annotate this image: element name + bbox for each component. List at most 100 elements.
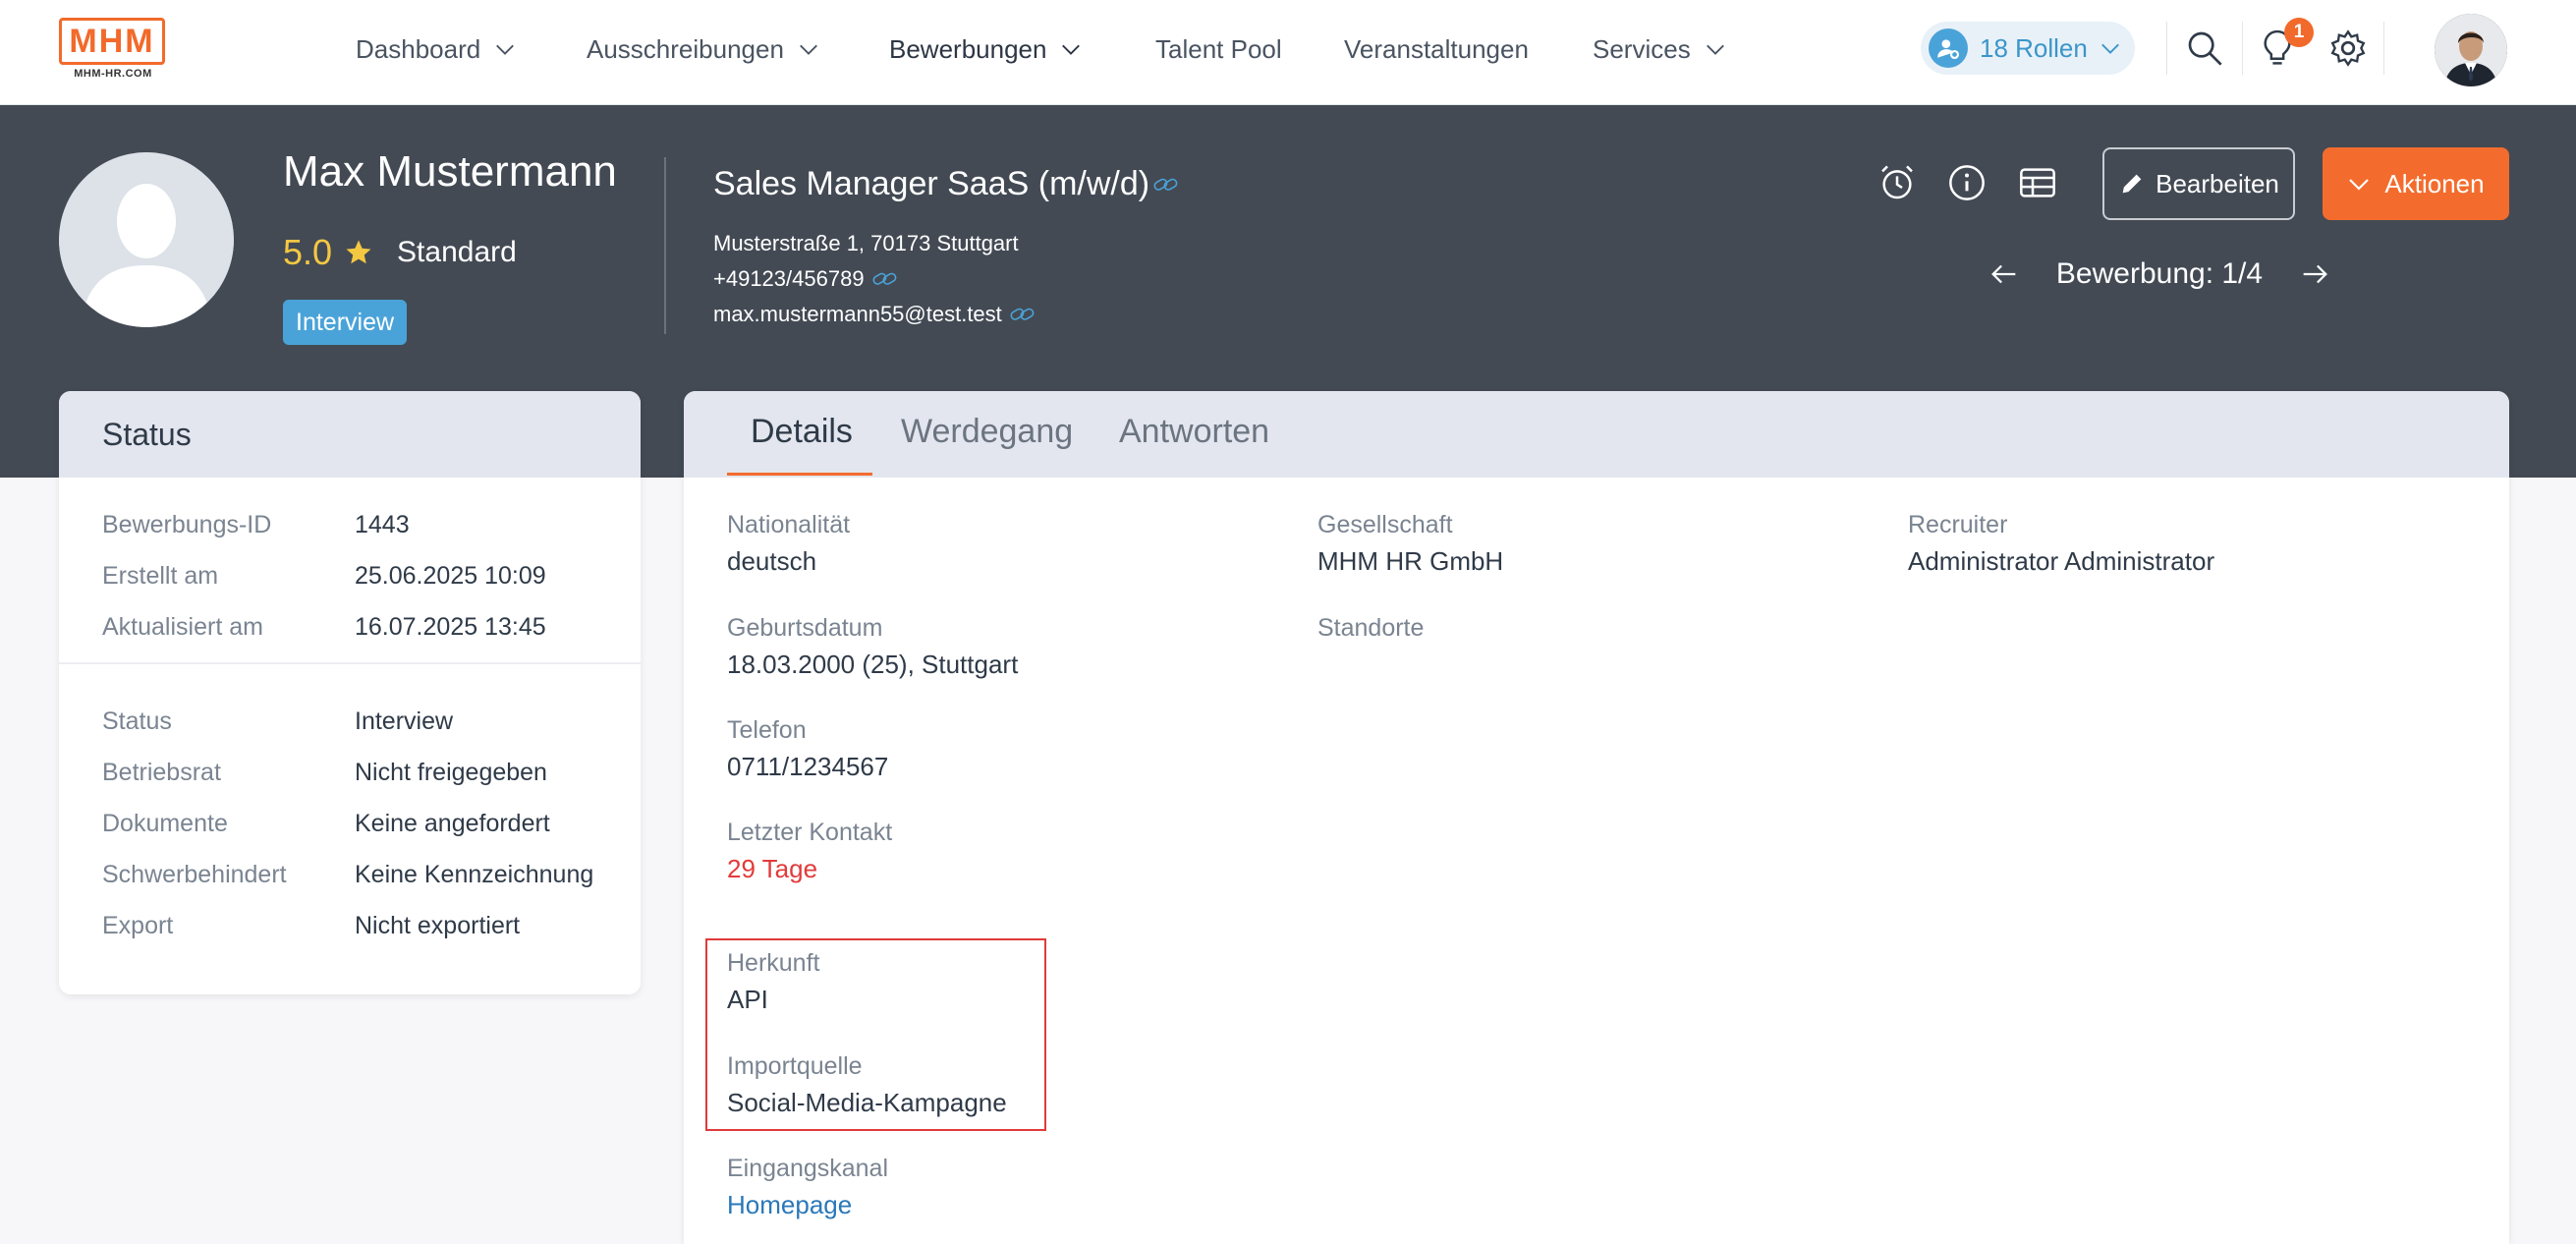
field-label: Recruiter <box>1908 511 2008 538</box>
nav-talent-pool[interactable]: Talent Pool <box>1155 29 1282 69</box>
active-tab-indicator <box>727 473 872 476</box>
field-value: Administrator Administrator <box>1908 546 2215 576</box>
nav-dashboard[interactable]: Dashboard <box>356 29 516 69</box>
stage-badge: Interview <box>283 300 408 345</box>
status-row: Schwerbehindert Keine Kennzeichnung <box>102 861 593 896</box>
status-row: Betriebsrat Nicht freigegeben <box>102 759 547 794</box>
arrow-left-icon[interactable] <box>1985 254 2024 294</box>
actions-button[interactable]: Aktionen <box>2323 147 2509 220</box>
field-value: deutsch <box>727 546 817 576</box>
chevron-down-icon <box>800 44 817 55</box>
tab-werdegang[interactable]: Werdegang <box>901 413 1073 451</box>
status-row-value: 1443 <box>355 511 410 538</box>
field-label: Standorte <box>1317 614 1425 642</box>
status-row: Status Interview <box>102 707 453 743</box>
divider <box>2383 22 2384 75</box>
divider <box>59 662 641 664</box>
field-standorte: Standorte <box>1317 614 1424 650</box>
logo[interactable]: MHM MHM-HR.COM <box>59 18 167 85</box>
status-row: Bewerbungs-ID 1443 <box>102 511 410 546</box>
field-label: Letzter Kontakt <box>727 819 893 846</box>
candidate-email[interactable]: max.mustermann55@test.test <box>713 302 1036 327</box>
chevron-down-icon <box>2100 43 2119 54</box>
field-geburtsdatum: Geburtsdatum 18.03.2000 (25), Stuttgart <box>727 614 1018 680</box>
status-row-key: Erstellt am <box>102 562 219 590</box>
field-label: Gesellschaft <box>1317 511 1453 538</box>
nav-dashboard-label: Dashboard <box>356 33 481 64</box>
alarm-clock-icon[interactable] <box>1875 160 1920 205</box>
job-title[interactable]: Sales Manager SaaS (m/w/d) <box>713 165 1179 203</box>
chevron-down-icon <box>2349 179 2370 191</box>
logo-mark: MHM <box>59 18 165 65</box>
chevron-down-icon <box>1706 44 1724 55</box>
status-row-value: Nicht exportiert <box>355 912 521 939</box>
status-row: Dokumente Keine angefordert <box>102 810 550 845</box>
nav-ausschreibungen-label: Ausschreibungen <box>587 33 784 64</box>
arrow-right-icon[interactable] <box>2295 254 2334 294</box>
user-avatar[interactable] <box>2435 14 2507 86</box>
search-icon[interactable] <box>2183 27 2226 70</box>
field-value: 0711/1234567 <box>727 752 889 781</box>
pencil-icon <box>2122 174 2142 194</box>
candidate-name: Max Mustermann <box>283 147 617 196</box>
status-row: Erstellt am 25.06.2025 10:09 <box>102 562 546 597</box>
pager-label: Bewerbung: 1/4 <box>2055 257 2264 290</box>
status-row-key: Bewerbungs-ID <box>102 511 272 538</box>
field-label: Eingangskanal <box>727 1155 889 1182</box>
status-row-key: Betriebsrat <box>102 759 221 786</box>
status-row-value: 25.06.2025 10:09 <box>355 562 546 590</box>
edit-button-label: Bearbeiten <box>2156 168 2279 198</box>
tab-details[interactable]: Details <box>751 413 853 451</box>
divider <box>2166 22 2167 75</box>
status-row-key: Status <box>102 707 172 735</box>
link-icon <box>1153 178 1178 191</box>
status-row-key: Schwerbehindert <box>102 861 287 888</box>
field-label: Nationalität <box>727 511 851 538</box>
logo-caption: MHM-HR.COM <box>74 68 152 80</box>
nav-veranstaltungen[interactable]: Veranstaltungen <box>1344 29 1529 69</box>
field-value: 29 Tage <box>727 854 818 883</box>
status-row: Export Nicht exportiert <box>102 912 520 947</box>
field-recruiter: Recruiter Administrator Administrator <box>1908 511 2214 577</box>
field-telefon: Telefon 0711/1234567 <box>727 716 888 782</box>
nav-services[interactable]: Services <box>1593 29 1726 69</box>
phone-text: +49123/456789 <box>713 266 865 291</box>
tab-antworten[interactable]: Antworten <box>1119 413 1269 451</box>
nav-bewerbungen[interactable]: Bewerbungen <box>889 29 1082 69</box>
status-row: Aktualisiert am 16.07.2025 13:45 <box>102 613 546 649</box>
star-icon <box>346 240 371 264</box>
divider <box>664 157 666 334</box>
field-label: Geburtsdatum <box>727 614 883 642</box>
status-row-value: Keine angefordert <box>355 810 550 837</box>
status-row-value: Nicht freigegeben <box>355 759 547 786</box>
gear-icon[interactable] <box>2326 27 2370 70</box>
link-icon <box>1010 308 1035 320</box>
field-value-link[interactable]: Homepage <box>727 1190 888 1220</box>
job-title-text: Sales Manager SaaS (m/w/d) <box>713 165 1150 202</box>
actions-button-label: Aktionen <box>2384 168 2485 198</box>
user-gear-icon <box>1929 28 1968 68</box>
status-card: Status Bewerbungs-ID 1443 Erstellt am 25… <box>59 391 641 994</box>
status-row-key: Dokumente <box>102 810 228 837</box>
field-gesellschaft: Gesellschaft MHM HR GmbH <box>1317 511 1503 577</box>
nav-bewerbungen-label: Bewerbungen <box>889 33 1047 64</box>
chevron-down-icon <box>496 44 515 55</box>
candidate-rating: 5.0 Standard <box>283 232 517 273</box>
table-icon[interactable] <box>2015 160 2060 205</box>
status-row-value: 16.07.2025 13:45 <box>355 613 546 641</box>
field-label: Telefon <box>727 716 807 744</box>
candidate-phone[interactable]: +49123/456789 <box>713 266 898 292</box>
status-row-value: Interview <box>355 707 454 735</box>
field-value: MHM HR GmbH <box>1317 546 1504 576</box>
nav-services-label: Services <box>1593 33 1691 64</box>
roles-dropdown[interactable]: 18 Rollen <box>1921 22 2135 75</box>
candidate-address: Musterstraße 1, 70173 Stuttgart <box>713 231 1019 256</box>
status-row-key: Export <box>102 912 174 939</box>
chevron-down-icon <box>1062 44 1081 55</box>
nav-ausschreibungen[interactable]: Ausschreibungen <box>587 29 819 69</box>
rating-value: 5.0 <box>283 232 333 272</box>
top-navigation: MHM MHM-HR.COM Dashboard Ausschreibungen… <box>0 0 2576 105</box>
status-row-key: Aktualisiert am <box>102 613 263 641</box>
info-icon[interactable] <box>1944 160 1989 205</box>
edit-button[interactable]: Bearbeiten <box>2102 147 2295 220</box>
